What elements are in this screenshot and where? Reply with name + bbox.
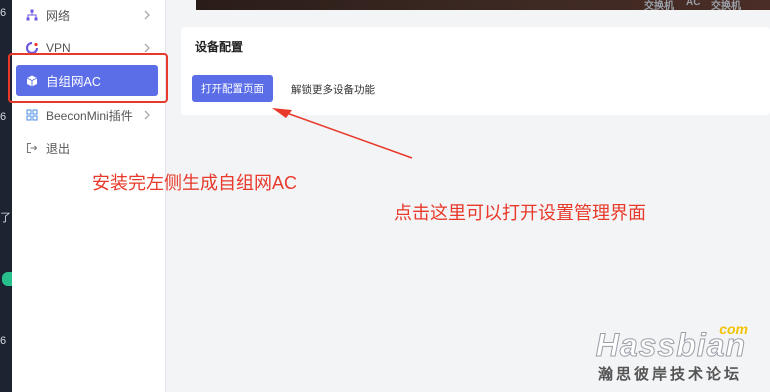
background-text-fragment: 6 xyxy=(0,335,7,347)
annotation-right-note: 点击这里可以打开设置管理界面 xyxy=(394,203,646,223)
unlock-features-link[interactable]: 解锁更多设备功能 xyxy=(291,82,375,97)
chevron-right-icon xyxy=(140,108,154,122)
device-config-card: 设备配置 打开配置页面 解锁更多设备功能 xyxy=(181,27,770,115)
sidebar-item-logout[interactable]: 退出 xyxy=(12,133,166,163)
image-text: 交换机 xyxy=(644,1,674,10)
grid-icon xyxy=(24,107,40,123)
chevron-right-icon xyxy=(140,41,154,55)
sidebar-item-beeconmini[interactable]: BeeconMini插件 xyxy=(12,100,166,130)
vpn-icon xyxy=(24,40,40,56)
background-window-strip: 6 6 了 6 xyxy=(0,0,12,392)
sidebar-item-vpn[interactable]: VPN xyxy=(12,33,166,63)
watermark-subtitle: 瀚思彼岸技术论坛 xyxy=(597,366,742,383)
background-text-fragment: 6 xyxy=(0,7,7,19)
image-text: 交换机 xyxy=(711,1,741,10)
logout-icon xyxy=(24,140,40,156)
annotation-left-note: 安装完左侧生成自组网AC xyxy=(92,173,298,193)
sidebar-item-label: VPN xyxy=(46,41,71,55)
sidebar-item-label: 退出 xyxy=(46,141,71,156)
sidebar-item-label: BeeconMini插件 xyxy=(46,108,133,123)
header-image-strip: 交换机 AC 交换机 xyxy=(196,0,770,10)
image-text: AC xyxy=(686,0,701,8)
sidebar-item-network[interactable]: 网络 xyxy=(12,0,166,30)
watermark-brand: Hassbian xyxy=(595,327,746,364)
card-title: 设备配置 xyxy=(195,40,244,54)
cube-icon xyxy=(24,73,40,89)
network-icon xyxy=(24,7,40,23)
sidebar-item-label: 自组网AC xyxy=(46,75,101,89)
background-green-marker xyxy=(2,272,12,286)
sidebar: 网络 VPN 自组网AC BeeconMini插件 退出 xyxy=(12,0,166,392)
sidebar-item-ac[interactable]: 自组网AC xyxy=(16,65,158,96)
background-text-fragment: 了 xyxy=(0,212,11,224)
sidebar-item-label: 网络 xyxy=(46,8,71,23)
open-config-page-button[interactable]: 打开配置页面 xyxy=(192,75,273,102)
background-text-fragment: 6 xyxy=(0,111,7,123)
chevron-right-icon xyxy=(140,8,154,22)
